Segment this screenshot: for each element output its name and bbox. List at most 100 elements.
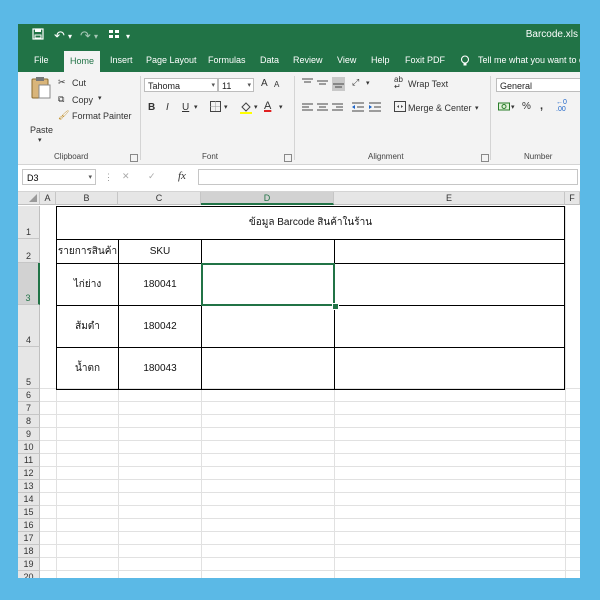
cancel-icon[interactable]: ✕ <box>122 171 130 182</box>
enter-icon[interactable]: ✓ <box>148 171 156 182</box>
row-header[interactable]: 18 <box>18 545 40 558</box>
customize-icon[interactable] <box>108 28 120 43</box>
grow-font-button[interactable]: A <box>261 78 268 89</box>
alignment-launcher-icon[interactable] <box>481 154 489 162</box>
column-header-a[interactable]: A <box>40 192 56 205</box>
format-painter-icon[interactable]: 🖌 <box>58 110 69 121</box>
font-launcher-icon[interactable] <box>284 154 292 162</box>
row-header[interactable]: 5 <box>18 347 40 389</box>
tab-data[interactable]: Data <box>260 48 279 72</box>
row-header[interactable]: 8 <box>18 415 40 428</box>
select-all-corner[interactable] <box>18 192 40 205</box>
undo-icon[interactable]: ↶ <box>54 28 65 44</box>
item-sku-cell[interactable]: 180043 <box>119 348 201 389</box>
tell-me-box[interactable]: Tell me what you want to d <box>478 48 580 72</box>
formula-input[interactable] <box>198 169 578 185</box>
accounting-format-icon[interactable] <box>498 101 510 114</box>
format-painter-button[interactable]: Format Painter <box>72 111 132 121</box>
tab-file[interactable]: File <box>34 48 49 72</box>
row-header[interactable]: 20 <box>18 571 40 578</box>
paste-button[interactable] <box>26 76 56 103</box>
tab-review[interactable]: Review <box>293 48 323 72</box>
italic-button[interactable]: I <box>166 102 169 113</box>
align-center-icon[interactable] <box>317 102 328 114</box>
wrap-text-icon[interactable]: ab ↵ <box>394 76 403 91</box>
number-format-select[interactable]: General <box>496 78 580 92</box>
copy-button[interactable]: Copy <box>72 95 93 105</box>
decrease-indent-icon[interactable] <box>352 102 364 114</box>
merge-center-icon[interactable] <box>394 101 406 114</box>
clipboard-launcher-icon[interactable] <box>130 154 138 162</box>
row-header[interactable]: 15 <box>18 506 40 519</box>
bold-button[interactable]: B <box>148 102 155 113</box>
row-header[interactable]: 12 <box>18 467 40 480</box>
copy-icon[interactable]: ⧉ <box>58 94 64 105</box>
qat-more-icon[interactable]: ▾ <box>126 32 130 41</box>
insert-function-icon[interactable]: fx <box>178 170 186 182</box>
underline-button[interactable]: U <box>182 102 189 113</box>
redo-icon[interactable]: ↷ <box>80 28 91 44</box>
fill-handle[interactable] <box>332 303 339 310</box>
row-header[interactable]: 17 <box>18 532 40 545</box>
align-top-icon[interactable] <box>302 78 313 90</box>
header-sku-cell[interactable]: SKU <box>119 240 201 263</box>
scissors-icon[interactable]: ✂ <box>58 77 66 88</box>
column-header-d[interactable]: D <box>201 192 334 205</box>
sheet-title-cell[interactable]: ข้อมูล Barcode สินค้าในร้าน <box>57 207 564 239</box>
shrink-font-button[interactable]: A <box>274 80 279 89</box>
font-color-button[interactable]: A <box>264 100 271 112</box>
row-header[interactable]: 9 <box>18 428 40 441</box>
row-header[interactable]: 7 <box>18 402 40 415</box>
align-middle-icon[interactable] <box>317 78 328 90</box>
row-header[interactable]: 2 <box>18 239 40 263</box>
row-header[interactable]: 16 <box>18 519 40 532</box>
percent-style-button[interactable]: % <box>522 101 531 112</box>
paste-label[interactable]: Paste <box>30 125 53 135</box>
merge-center-button[interactable]: Merge & Center <box>408 103 472 113</box>
tab-page-layout[interactable]: Page Layout <box>146 48 197 72</box>
row-header[interactable]: 3 <box>18 263 40 305</box>
tab-foxit-pdf[interactable]: Foxit PDF <box>405 48 445 72</box>
item-name-cell[interactable]: น้ำตก <box>57 348 118 389</box>
row-header[interactable]: 11 <box>18 454 40 467</box>
header-item-cell[interactable]: รายการสินค้า <box>57 240 118 263</box>
chevron-down-icon[interactable]: ▾ <box>279 103 283 111</box>
item-sku-cell[interactable]: 180041 <box>119 264 201 305</box>
chevron-down-icon[interactable]: ▾ <box>475 104 479 112</box>
row-header[interactable]: 14 <box>18 493 40 506</box>
chevron-down-icon[interactable]: ▾ <box>511 103 515 111</box>
undo-dropdown-icon[interactable]: ▾ <box>68 32 72 41</box>
font-name-select[interactable]: Tahoma ▾ <box>144 78 218 92</box>
header-d-cell[interactable] <box>202 240 334 263</box>
column-header-c[interactable]: C <box>118 192 201 205</box>
active-cell-d3[interactable] <box>201 263 335 306</box>
row-header[interactable]: 6 <box>18 389 40 402</box>
chevron-down-icon[interactable]: ▾ <box>366 79 370 87</box>
row-header[interactable]: 19 <box>18 558 40 571</box>
chevron-down-icon[interactable]: ▾ <box>224 103 228 111</box>
item-sku-cell[interactable]: 180042 <box>119 306 201 347</box>
tab-help[interactable]: Help <box>371 48 390 72</box>
tab-formulas[interactable]: Formulas <box>208 48 246 72</box>
row-header[interactable]: 13 <box>18 480 40 493</box>
fill-color-icon[interactable] <box>240 101 252 116</box>
column-header-b[interactable]: B <box>56 192 118 205</box>
row-header[interactable]: 4 <box>18 305 40 347</box>
borders-icon[interactable] <box>210 101 221 114</box>
cut-button[interactable]: Cut <box>72 78 86 88</box>
align-right-icon[interactable] <box>332 102 343 114</box>
header-e-cell[interactable] <box>335 240 564 263</box>
item-name-cell[interactable]: ไก่ย่าง <box>57 264 118 305</box>
name-box[interactable]: D3 ▾ <box>22 169 96 185</box>
item-name-cell[interactable]: ส้มตำ <box>57 306 118 347</box>
wrap-text-button[interactable]: Wrap Text <box>408 79 448 89</box>
increase-indent-icon[interactable] <box>369 102 381 114</box>
orientation-icon[interactable]: ⤢ <box>352 77 359 88</box>
redo-dropdown-icon[interactable]: ▾ <box>94 32 98 41</box>
tab-insert[interactable]: Insert <box>110 48 133 72</box>
comma-style-button[interactable]: , <box>540 100 543 112</box>
increase-decimal-icon[interactable]: ←0.00 <box>556 99 567 113</box>
chevron-down-icon[interactable]: ▾ <box>254 103 258 111</box>
paste-dropdown-icon[interactable]: ▾ <box>38 136 42 144</box>
tab-view[interactable]: View <box>337 48 356 72</box>
